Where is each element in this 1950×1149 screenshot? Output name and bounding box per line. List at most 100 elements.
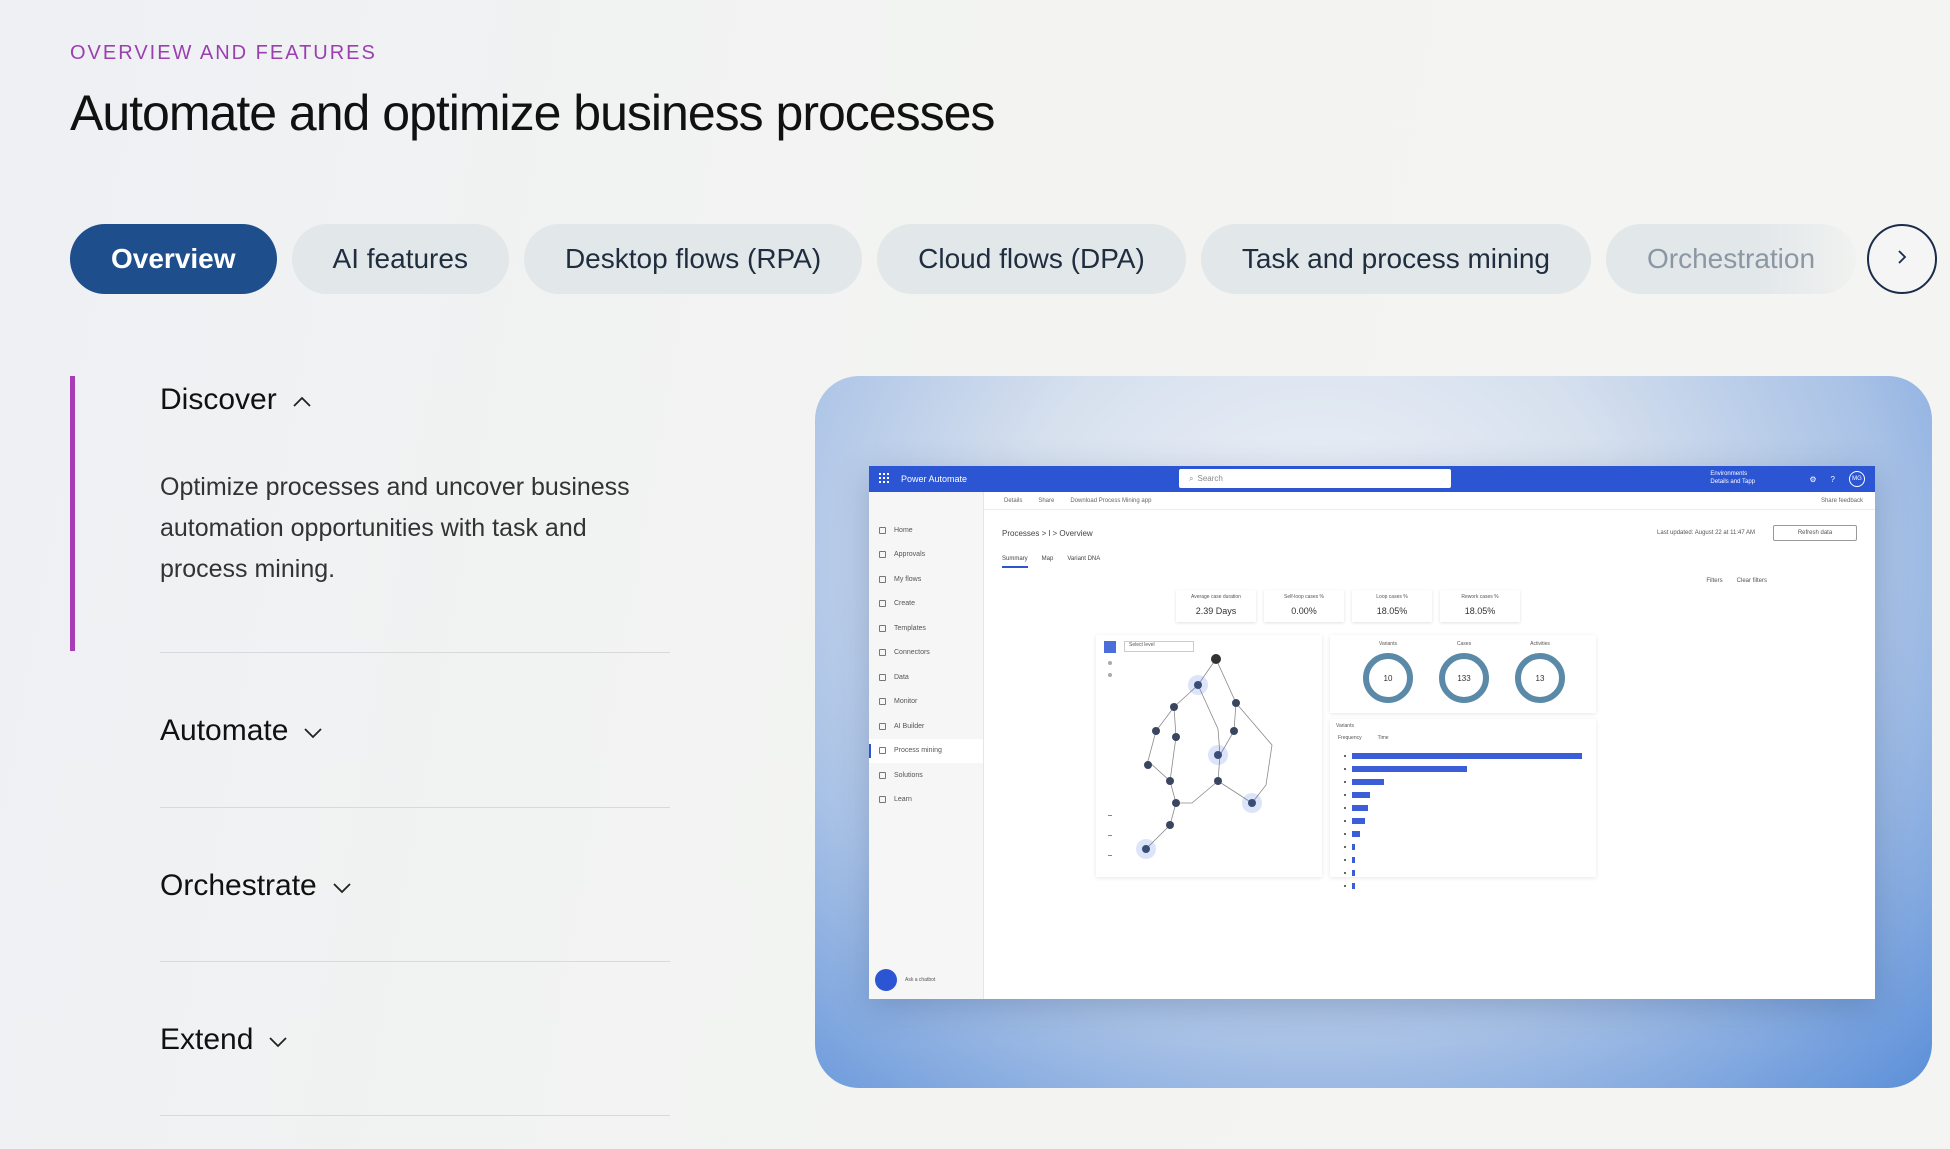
ring-value: 133 [1439,653,1489,703]
search-icon: ⌕ [1189,473,1194,483]
variant-bar [1352,882,1355,889]
sidebar-item-label: Learn [894,796,912,804]
ring-label: Activities [1530,641,1550,647]
sidebar-item-my-flows: My flows [869,567,983,592]
chevron-down-icon [302,714,324,748]
clear-filters-link: Clear filters [1736,578,1767,584]
environment-name: Details and Tapp [1710,479,1755,485]
sidebar-item-create: Create [869,592,983,617]
process-map-card: Select level [1096,635,1322,877]
accordion-extend-label: Extend [160,1023,254,1056]
variants-stat: Variants 10 [1360,641,1416,703]
sidebar-item-data: Data [869,665,983,690]
sidebar-item-connectors: Connectors [869,641,983,666]
sidebar-item-label: Monitor [894,698,918,706]
ring-value: 13 [1515,653,1565,703]
avatar: MG [1849,471,1865,487]
tab-task-process-mining[interactable]: Task and process mining [1200,224,1591,294]
power-automate-screenshot: Power Automate ⌕ Search Environments Det… [869,466,1875,999]
sidebar-item-label: Create [894,600,916,608]
app-main: Details Share Download Process Mining ap… [984,492,1875,999]
sidebar-item-templates: Templates [869,616,983,641]
variants-bar-chart [1344,749,1584,892]
app-breadcrumb: Processes > l > Overview [1002,529,1093,538]
accordion-extend-header[interactable]: Extend [160,1023,670,1057]
filters-bar: Filters Clear filters [1706,578,1767,584]
variant-bar-row [1344,801,1584,814]
variants-tabs: Frequency Time [1338,735,1389,741]
chevron-down-icon [267,1023,289,1057]
variant-bar [1352,791,1371,798]
ring-value: 10 [1363,653,1413,703]
variant-bar-row [1344,814,1584,827]
variant-bar-row [1344,827,1584,840]
environment-label: Environments [1710,471,1748,477]
variant-bar-row [1344,879,1584,892]
tabs-next-button[interactable] [1867,224,1937,294]
kpi-label: Self-loop cases % [1283,594,1325,600]
variant-bar-marker [1344,884,1346,887]
chatbot-icon [875,969,897,991]
subtab-map: Map [1041,556,1054,562]
accordion-orchestrate-header[interactable]: Orchestrate [160,869,670,903]
refresh-data-button: Refresh data [1773,525,1857,541]
accordion-discover-body: Optimize processes and uncover business … [160,473,630,583]
variant-bar [1352,869,1355,876]
waffle-icon [879,473,889,485]
app-subtabs: Summary Map Variant DNA [1002,556,1100,568]
kpi-card: Average case duration 2.39 Days [1176,590,1256,622]
kpi-value: 18.05% [1376,606,1408,616]
accordion-automate-label: Automate [160,714,289,747]
accordion-discover-header[interactable]: Discover [160,383,670,417]
cases-stat: Cases 133 [1436,641,1492,703]
variant-bar-marker [1344,767,1346,770]
variants-tab-frequency: Frequency [1338,735,1362,741]
tab-ai-features[interactable]: AI features [291,224,509,294]
subtab-summary: Summary [1002,556,1028,568]
kpi-label: Average case duration [1191,594,1241,600]
tab-desktop-flows[interactable]: Desktop flows (RPA) [523,224,863,294]
sidebar-item-label: Home [894,526,913,534]
tab-overview[interactable]: Overview [70,224,277,294]
variant-bar-row [1344,840,1584,853]
variant-bar-marker [1344,858,1346,861]
templates-icon [879,624,886,632]
variant-bar-row [1344,749,1584,762]
kpi-card: Loop cases % 18.05% [1352,590,1432,622]
cmd-download: Download Process Mining app [1070,497,1152,504]
variant-bar-row [1344,762,1584,775]
active-accent-bar [70,376,75,651]
accordion-discover: Discover Optimize processes and uncover … [160,383,670,590]
cmd-share: Share [1038,497,1055,504]
sidebar-item-monitor: Monitor [869,690,983,715]
variant-bar-marker [1344,806,1346,809]
learn-icon [879,796,886,804]
accordion-orchestrate-label: Orchestrate [160,869,317,902]
connectors-icon [879,649,886,657]
command-bar: Details Share Download Process Mining ap… [984,492,1875,510]
variant-bar [1352,804,1369,811]
cmd-feedback: Share feedback [1820,497,1863,504]
tab-cloud-flows[interactable]: Cloud flows (DPA) [877,224,1186,294]
accordion-automate-header[interactable]: Automate [160,714,670,748]
chatbot-button: Ask a chatbot [875,969,935,991]
sidebar-item-label: Data [894,673,909,681]
divider [160,961,670,962]
subtab-variant-dna: Variant DNA [1067,556,1101,562]
chevron-right-icon [1893,248,1911,271]
process-mining-icon [879,747,886,755]
variants-card: Variants Frequency Time [1330,719,1596,889]
search-placeholder: Search [1197,474,1223,483]
ring-label: Cases [1456,641,1472,647]
feature-tabs: Overview AI features Desktop flows (RPA)… [70,224,1950,296]
variant-bar-marker [1344,754,1346,757]
chevron-down-icon [331,869,353,903]
kpi-value: 0.00% [1291,606,1317,616]
tab-orchestration[interactable]: Orchestration [1605,224,1857,294]
sidebar-item-label: AI Builder [894,722,925,730]
eyebrow: OVERVIEW AND FEATURES [70,42,377,64]
variant-bar-row [1344,866,1584,879]
sidebar-item-home: Home [869,518,983,543]
sidebar-item-label: Approvals [894,551,926,559]
variant-bar-marker [1344,819,1346,822]
